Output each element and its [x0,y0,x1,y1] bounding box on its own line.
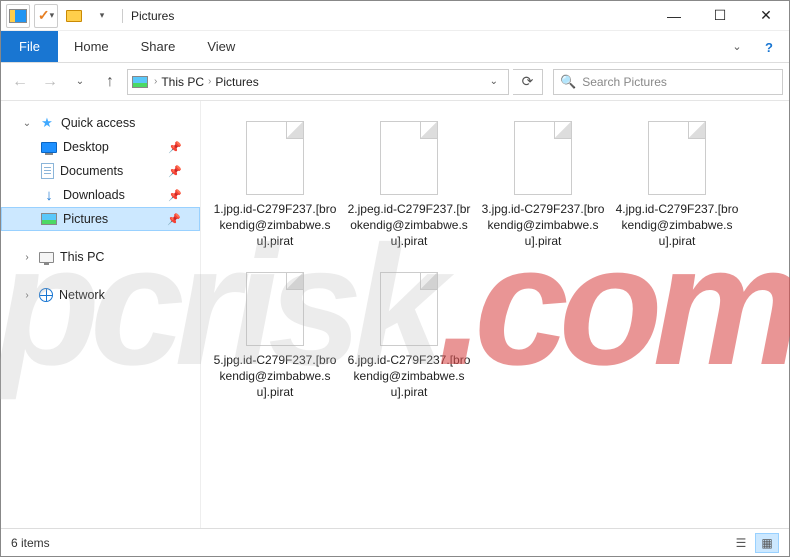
file-tab[interactable]: File [1,31,58,62]
large-icons-view-button[interactable]: ▦ [755,533,779,553]
breadcrumb-this-pc[interactable]: This PC [161,75,204,89]
breadcrumb-pictures[interactable]: Pictures [215,75,258,89]
minimize-button[interactable]: — [651,1,697,31]
qat-new-folder-button[interactable] [62,4,86,28]
sidebar-label: Desktop [63,140,109,154]
file-item[interactable]: 2.jpeg.id-C279F237.[brokendig@zimbabwe.s… [345,115,473,256]
explorer-window: ✓▾ ▾ Pictures — ☐ ✕ File Home Share View… [0,0,790,557]
qat-properties-button[interactable]: ✓▾ [34,4,58,28]
search-input[interactable] [582,75,776,89]
sidebar-item-desktop[interactable]: Desktop 📌 [1,135,200,159]
titlebar: ✓▾ ▾ Pictures — ☐ ✕ [1,1,789,31]
status-bar: 6 items ☰ ▦ [1,528,789,556]
chevron-right-icon: › [21,290,33,301]
desktop-icon [41,142,57,153]
network-icon [39,288,53,302]
file-icon [380,121,438,195]
pictures-icon [41,213,57,225]
sidebar-this-pc[interactable]: › This PC [1,245,200,269]
address-bar[interactable]: › This PC › Pictures ⌄ [127,69,509,95]
navigation-pane: ⌄ ★ Quick access Desktop 📌 Documents 📌 ↓… [1,101,201,528]
sidebar-quick-access[interactable]: ⌄ ★ Quick access [1,111,200,135]
sidebar-label: Documents [60,164,123,178]
pin-icon: 📌 [167,213,181,226]
chevron-down-icon: ⌄ [21,118,33,129]
pc-icon [39,252,54,263]
body: ⌄ ★ Quick access Desktop 📌 Documents 📌 ↓… [1,101,789,528]
sidebar-label: Downloads [63,188,125,202]
tab-view[interactable]: View [191,31,251,62]
breadcrumb-separator-icon: › [154,76,157,87]
sidebar-item-documents[interactable]: Documents 📌 [1,159,200,183]
sidebar-label: Pictures [63,212,108,226]
pin-icon: 📌 [168,189,182,202]
close-button[interactable]: ✕ [743,1,789,31]
forward-button[interactable]: → [37,69,63,95]
qat-customize-dropdown[interactable]: ▾ [90,4,114,28]
file-icon [514,121,572,195]
back-button[interactable]: ← [7,69,33,95]
documents-icon [41,163,54,179]
search-box[interactable]: 🔍 [553,69,783,95]
ribbon: File Home Share View ⌄ ? [1,31,789,63]
file-list[interactable]: 1.jpg.id-C279F237.[brokendig@zimbabwe.su… [201,101,789,528]
sidebar-network[interactable]: › Network [1,283,200,307]
window-controls: — ☐ ✕ [651,1,789,31]
view-switcher: ☰ ▦ [729,533,779,553]
ribbon-expand-button[interactable]: ⌄ [725,31,749,62]
pictures-icon [132,76,148,88]
sidebar-label: Network [59,288,105,302]
up-button[interactable]: ↑ [97,69,123,95]
sidebar-item-downloads[interactable]: ↓ Downloads 📌 [1,183,200,207]
sidebar-item-pictures[interactable]: Pictures 📌 [1,207,200,231]
address-dropdown[interactable]: ⌄ [484,76,504,87]
file-icon [380,272,438,346]
file-item[interactable]: 6.jpg.id-C279F237.[brokendig@zimbabwe.su… [345,266,473,407]
file-icon [246,272,304,346]
file-name: 1.jpg.id-C279F237.[brokendig@zimbabwe.su… [213,201,337,250]
file-item[interactable]: 5.jpg.id-C279F237.[brokendig@zimbabwe.su… [211,266,339,407]
recent-locations-dropdown[interactable]: ⌄ [67,69,93,95]
file-name: 4.jpg.id-C279F237.[brokendig@zimbabwe.su… [615,201,739,250]
file-item[interactable]: 4.jpg.id-C279F237.[brokendig@zimbabwe.su… [613,115,741,256]
sidebar-label: Quick access [61,116,135,130]
file-name: 6.jpg.id-C279F237.[brokendig@zimbabwe.su… [347,352,471,401]
quick-access-toolbar: ✓▾ ▾ [6,4,114,28]
sidebar-label: This PC [60,250,104,264]
file-item[interactable]: 1.jpg.id-C279F237.[brokendig@zimbabwe.su… [211,115,339,256]
explorer-icon[interactable] [6,4,30,28]
tab-home[interactable]: Home [58,31,125,62]
file-name: 5.jpg.id-C279F237.[brokendig@zimbabwe.su… [213,352,337,401]
help-button[interactable]: ? [755,33,783,61]
star-icon: ★ [39,115,55,131]
pin-icon: 📌 [168,141,182,154]
file-name: 3.jpg.id-C279F237.[brokendig@zimbabwe.su… [481,201,605,250]
details-view-button[interactable]: ☰ [729,533,753,553]
item-count: 6 items [11,536,50,550]
file-icon [648,121,706,195]
maximize-button[interactable]: ☐ [697,1,743,31]
breadcrumb-separator-icon: › [208,76,211,87]
window-title: Pictures [122,9,174,23]
navigation-bar: ← → ⌄ ↑ › This PC › Pictures ⌄ ⟳ 🔍 [1,63,789,101]
file-icon [246,121,304,195]
pin-icon: 📌 [168,165,182,178]
file-item[interactable]: 3.jpg.id-C279F237.[brokendig@zimbabwe.su… [479,115,607,256]
refresh-button[interactable]: ⟳ [513,69,543,95]
file-name: 2.jpeg.id-C279F237.[brokendig@zimbabwe.s… [347,201,471,250]
chevron-right-icon: › [21,252,33,263]
downloads-icon: ↓ [41,187,57,203]
tab-share[interactable]: Share [125,31,192,62]
search-icon: 🔍 [560,74,576,90]
